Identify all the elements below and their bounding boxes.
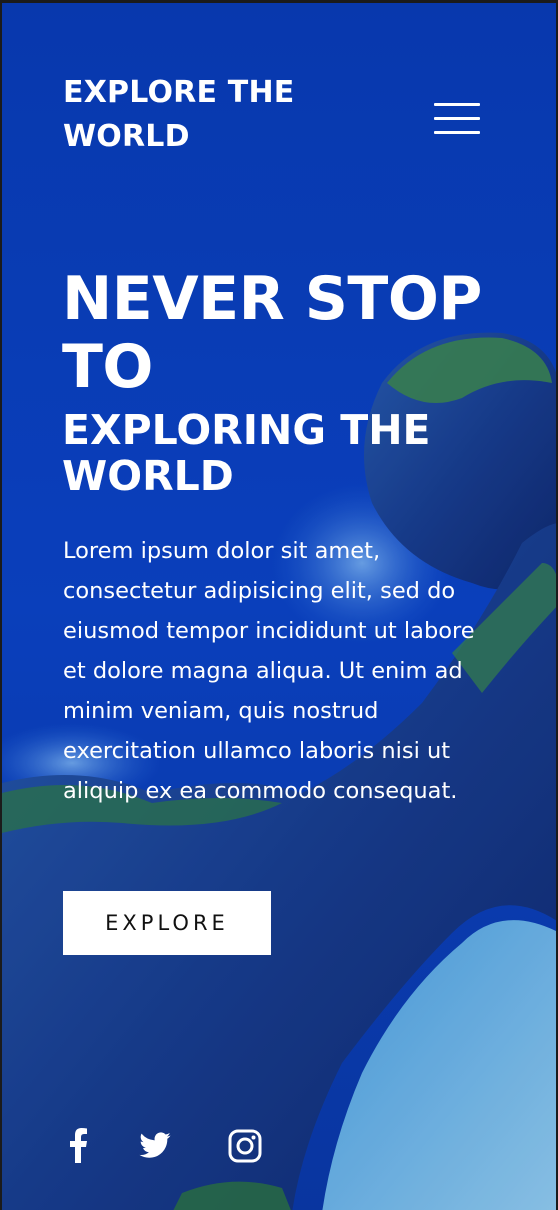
- headline-line-1: NEVER STOP: [62, 264, 482, 334]
- headline-line-2: TO: [62, 332, 153, 402]
- twitter-icon[interactable]: [138, 1127, 172, 1163]
- hero-section: EXPLORE THE WORLD NEVER STOP TO EXPLORIN…: [0, 0, 558, 1210]
- headline-line-4: WORLD: [62, 452, 234, 500]
- hamburger-menu-icon[interactable]: [434, 101, 482, 137]
- hero-headline: NEVER STOP TO EXPLORING THE WORLD: [62, 265, 542, 499]
- brand-line-2: WORLD: [63, 119, 190, 154]
- facebook-icon[interactable]: [68, 1127, 88, 1163]
- instagram-icon[interactable]: [228, 1127, 262, 1163]
- headline-line-3: EXPLORING THE: [62, 406, 431, 454]
- explore-button[interactable]: EXPLORE: [63, 891, 271, 955]
- hero-description: Lorem ipsum dolor sit amet, consectetur …: [63, 538, 475, 804]
- brand-line-1: EXPLORE THE: [63, 75, 295, 110]
- brand-logo[interactable]: EXPLORE THE WORLD: [63, 71, 363, 159]
